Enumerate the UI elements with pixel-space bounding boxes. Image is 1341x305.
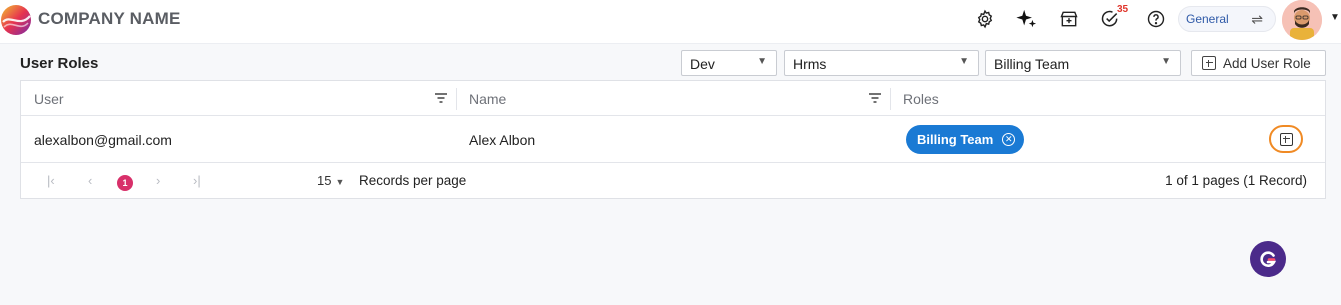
application-select[interactable]: Hrms ▼: [784, 50, 979, 76]
pager-summary: 1 of 1 pages (1 Record): [1165, 173, 1307, 188]
page-size-select[interactable]: 15 ▼: [317, 173, 344, 188]
company-logo: [1, 5, 31, 35]
add-square-icon: [1279, 132, 1293, 146]
role-chip-label: Billing Team: [917, 132, 994, 147]
add-square-icon: [1202, 56, 1216, 70]
grammarly-icon[interactable]: [1250, 241, 1286, 277]
grid-header: User Name Roles: [21, 81, 1325, 116]
add-user-role-button[interactable]: Add User Role: [1191, 50, 1326, 76]
sparkle-icon[interactable]: [1015, 8, 1037, 30]
team-select-value: Billing Team: [994, 56, 1070, 72]
column-header-roles: Roles: [903, 90, 939, 107]
next-page-icon[interactable]: ›: [156, 173, 160, 188]
company-name: COMPANY NAME: [38, 9, 181, 28]
column-header-name[interactable]: Name: [469, 81, 506, 116]
cell-name: Alex Albon: [469, 131, 536, 148]
team-select[interactable]: Billing Team ▼: [985, 50, 1181, 76]
remove-role-icon[interactable]: ✕: [1002, 133, 1016, 146]
workspace-label: General: [1186, 12, 1229, 26]
top-header: COMPANY NAME 35 General ⇌ ▼: [0, 0, 1341, 44]
filter-icon[interactable]: [869, 93, 881, 103]
chevron-down-icon: ▼: [959, 56, 969, 67]
add-user-role-label: Add User Role: [1223, 55, 1311, 71]
column-header-user[interactable]: User: [34, 81, 64, 116]
application-select-value: Hrms: [793, 56, 827, 72]
store-icon[interactable]: [1058, 8, 1080, 30]
chevron-down-icon: ▼: [1161, 56, 1171, 67]
table-row[interactable]: alexalbon@gmail.com Alex Albon Billing T…: [21, 116, 1325, 163]
last-page-icon[interactable]: ›|: [193, 173, 201, 188]
caret-down-icon: ▼: [335, 177, 345, 187]
chevron-down-icon[interactable]: ▼: [1330, 12, 1340, 23]
role-chip[interactable]: Billing Team ✕: [906, 125, 1025, 154]
user-roles-grid: User Name Roles alexalbon@gmail.com Alex…: [20, 80, 1326, 199]
cell-user: alexalbon@gmail.com: [34, 131, 172, 148]
notification-count: 35: [1117, 4, 1129, 15]
swap-icon: ⇌: [1251, 11, 1263, 27]
page-size-label: Records per page: [359, 173, 467, 188]
page-number-current[interactable]: 1: [117, 175, 133, 191]
column-divider[interactable]: [456, 88, 457, 110]
pager: |‹ ‹ 1 › ›| 15 ▼ Records per page 1 of 1 …: [21, 163, 1325, 199]
chevron-down-icon: ▼: [757, 56, 767, 67]
column-divider[interactable]: [890, 88, 891, 110]
add-role-button[interactable]: [1269, 125, 1303, 153]
page-title: User Roles: [20, 55, 99, 72]
settings-icon[interactable]: [974, 8, 996, 30]
page-size-value: 15: [317, 173, 332, 188]
avatar[interactable]: [1282, 0, 1322, 40]
environment-select[interactable]: Dev ▼: [681, 50, 777, 76]
filter-icon[interactable]: [435, 93, 447, 103]
previous-page-icon[interactable]: ‹: [88, 173, 92, 188]
first-page-icon[interactable]: |‹: [47, 173, 55, 188]
workspace-switcher[interactable]: General ⇌: [1178, 6, 1276, 32]
help-icon[interactable]: [1145, 8, 1167, 30]
environment-select-value: Dev: [690, 56, 715, 72]
